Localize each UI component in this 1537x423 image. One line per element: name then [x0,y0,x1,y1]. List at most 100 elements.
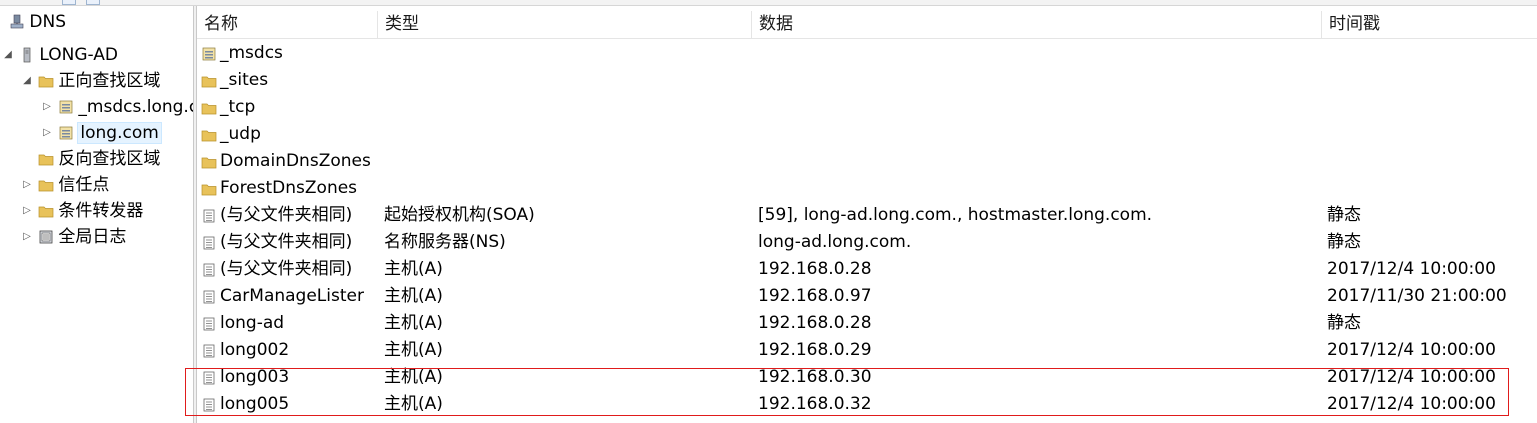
table-row[interactable]: long005 主机(A) 192.168.0.32 2017/12/4 10:00:… [197,391,1537,418]
folder-icon [201,184,217,195]
record-name: ForestDnsZones [220,178,358,198]
table-row[interactable]: _udp [197,121,1537,148]
tree-node-label: 全局日志 [58,227,127,247]
record-name: _tcp [220,97,256,117]
cell-data: [59], long-ad.long.com., hostmaster.long… [758,205,1153,225]
zone-icon [202,47,216,60]
cell-type: 主机(A) [384,367,443,387]
collapse-arrow-icon[interactable]: ◢ [2,43,14,67]
tree-node-long-ad[interactable]: ◢ LONG-AD [2,43,118,67]
cell-name: DomainDnsZones [201,148,371,176]
tree-node-global-logs[interactable]: ▷ 全局日志 [21,225,126,249]
toolbar-button[interactable] [62,0,76,5]
column-header-data[interactable]: 数据 [752,11,1322,38]
record-icon [203,263,215,276]
tree-node-label: _msdcs.long.c [78,97,193,117]
table-row[interactable]: _msdcs [197,40,1537,67]
table-row[interactable]: (与父文件夹相同) 名称服务器(NS) long-ad.long.com. 静态 [197,229,1537,256]
record-name: DomainDnsZones [220,151,371,171]
record-name: _msdcs [220,43,283,63]
folder-icon [39,180,54,192]
folder-icon [39,76,54,88]
table-row[interactable]: DomainDnsZones [197,148,1537,175]
column-header-type[interactable]: 类型 [378,11,752,38]
cell-data: 192.168.0.29 [758,340,872,360]
table-row[interactable]: long003 主机(A) 192.168.0.30 2017/12/4 10:00:… [197,364,1537,391]
cell-timestamp: 2017/12/4 10:00:00 [1327,340,1496,360]
expand-arrow-icon[interactable]: ▷ [41,95,53,119]
column-header-name[interactable]: 名称 [197,11,378,38]
tree-node-label: 条件转发器 [58,201,144,221]
cell-data: 192.168.0.32 [758,394,872,414]
cell-type: 名称服务器(NS) [384,232,506,252]
expand-arrow-icon[interactable]: ▷ [41,121,53,145]
cell-data: 192.168.0.30 [758,367,872,387]
record-name: CarManageLister [220,286,364,306]
cell-data: 192.168.0.28 [758,259,872,279]
tree-node-forward-lookup-zones[interactable]: ◢ 正向查找区域 [21,69,160,93]
cell-type: 主机(A) [384,286,443,306]
cell-timestamp: 2017/11/30 21:00:00 [1327,286,1507,306]
cell-data: 192.168.0.28 [758,313,872,333]
column-header-timestamp[interactable]: 时间戳 [1322,11,1537,38]
tree-node-label: 正向查找区域 [58,71,161,91]
cell-type: 主机(A) [384,259,443,279]
cell-type: 起始授权机构(SOA) [384,205,535,225]
record-icon [203,398,215,411]
record-icon [203,209,215,222]
tree-node-msdcs-zone[interactable]: ▷ _msdcs.long.c [41,95,193,119]
cell-name: long-ad [201,310,284,338]
zone-icon [60,126,73,140]
tree-node-label: DNS [29,12,67,32]
record-list[interactable]: 名称 类型 数据 时间戳 _msdcs _sites _tcp _udp DomainD… [197,6,1537,423]
cell-data: 192.168.0.97 [758,286,872,306]
cell-name: _msdcs [201,40,283,68]
cell-name: (与父文件夹相同) [201,202,352,230]
console-tree[interactable]: DNS ◢ LONG-AD ◢ 正向查找区域 ▷ _msdcs.long.c ▷ [0,6,193,423]
table-row[interactable]: _tcp [197,94,1537,121]
folder-icon [201,76,217,87]
cell-name: ForestDnsZones [201,175,357,203]
record-icon [203,236,215,249]
table-row[interactable]: CarManageLister 主机(A) 192.168.0.97 2017/11/… [197,283,1537,310]
folder-icon [201,103,217,114]
cell-timestamp: 静态 [1327,232,1361,252]
toolbar-button[interactable] [86,0,100,5]
folder-icon [201,157,217,168]
record-icon [203,344,215,357]
cell-name: _sites [201,67,268,95]
table-row[interactable]: long002 主机(A) 192.168.0.29 2017/12/4 10:00:… [197,337,1537,364]
cell-type: 主机(A) [384,340,443,360]
record-icon [203,290,215,303]
record-icon [203,371,215,384]
table-row[interactable]: (与父文件夹相同) 起始授权机构(SOA) [59], long-ad.long.c… [197,202,1537,229]
tree-node-label: long.com [77,122,162,144]
cell-name: (与父文件夹相同) [201,256,352,284]
record-name: long003 [220,367,290,387]
table-row[interactable]: _sites [197,67,1537,94]
record-name: long-ad [220,313,285,333]
tree-node-reverse-lookup-zones[interactable]: 反向查找区域 [21,147,160,171]
log-icon [40,230,53,244]
record-name: _udp [220,124,261,144]
cell-name: _udp [201,121,261,149]
expand-arrow-icon[interactable]: ▷ [21,173,33,197]
tree-node-trust-points[interactable]: ▷ 信任点 [21,173,109,197]
table-row[interactable]: ForestDnsZones [197,175,1537,202]
cell-name: long002 [201,337,289,365]
collapse-arrow-icon[interactable]: ◢ [21,69,33,93]
cell-name: _tcp [201,94,255,122]
cell-timestamp: 静态 [1327,205,1361,225]
tree-node-long-com-zone[interactable]: ▷ long.com [41,121,162,145]
table-row[interactable]: (与父文件夹相同) 主机(A) 192.168.0.28 2017/12/4 10:0… [197,256,1537,283]
tree-node-dns[interactable]: DNS [2,10,66,34]
cell-type: 主机(A) [384,394,443,414]
table-row[interactable]: long-ad 主机(A) 192.168.0.28 静态 [197,310,1537,337]
tree-node-label: LONG-AD [39,45,119,65]
tree-node-conditional-forwarders[interactable]: ▷ 条件转发器 [21,199,143,223]
expand-arrow-icon[interactable]: ▷ [21,199,33,223]
expand-arrow-icon[interactable]: ▷ [21,225,33,249]
folder-icon [39,206,54,218]
folder-icon [201,130,217,141]
dns-root-icon [11,14,24,29]
